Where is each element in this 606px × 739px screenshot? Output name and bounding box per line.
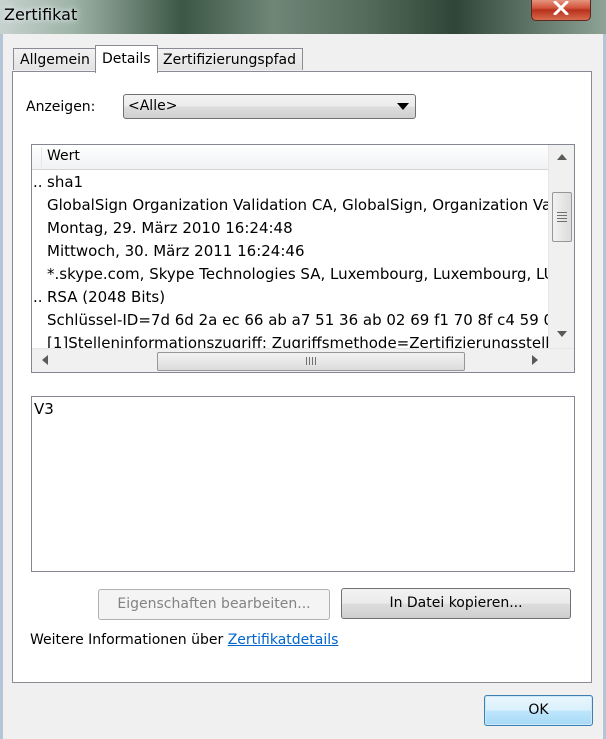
list-item[interactable]: Schlüssel-ID=7d 6d 2a ec 66 ab a7 51 36 …: [32, 309, 548, 332]
list-item[interactable]: Mittwoch, 30. März 2011 16:24:46: [32, 240, 548, 263]
field-detail-text: V3: [34, 400, 54, 418]
horizontal-scrollbar[interactable]: [32, 348, 574, 372]
close-button[interactable]: [531, 0, 591, 21]
vertical-scroll-thumb[interactable]: [552, 192, 572, 242]
field-value: Schlüssel-ID=7d 6d 2a ec 66 ab a7 51 36 …: [47, 311, 548, 329]
window-title: Zertifikat: [4, 5, 78, 24]
scroll-left-arrow-icon[interactable]: [42, 355, 48, 365]
tab-zertifizierungspfad[interactable]: Zertifizierungspfad: [156, 48, 303, 70]
column-header-value[interactable]: Wert: [47, 148, 80, 164]
grip-line: [309, 357, 310, 365]
tab-details[interactable]: Details: [95, 45, 158, 73]
tab-label: Allgemein: [20, 52, 90, 68]
grip-line: [557, 218, 567, 219]
field-value: Mittwoch, 30. März 2011 16:24:46: [47, 242, 305, 260]
grip-line: [306, 357, 307, 365]
vertical-scrollbar[interactable]: [548, 145, 574, 348]
list-item[interactable]: *.skype.com, Skype Technologies SA, Luxe…: [32, 263, 548, 286]
show-label: Anzeigen:: [26, 99, 96, 115]
grip-line: [315, 357, 316, 365]
show-dropdown[interactable]: <Alle>: [123, 94, 416, 119]
list-item[interactable]: GlobalSign Organization Validation CA, G…: [32, 194, 548, 217]
grip-line: [557, 215, 567, 216]
chevron-down-icon: [397, 103, 409, 110]
title-bar[interactable]: Zertifikat: [0, 0, 606, 34]
show-dropdown-value: <Alle>: [128, 98, 178, 114]
list-header: Wert: [32, 145, 548, 170]
close-icon: [553, 1, 569, 15]
edit-properties-button[interactable]: Eigenschaften bearbeiten...: [98, 589, 330, 620]
field-value: RSA (2048 Bits): [47, 288, 166, 306]
certificate-dialog: Zertifikat Allgemein Details Zertifizier…: [0, 0, 606, 739]
field-name: ..: [33, 173, 43, 191]
horizontal-scroll-thumb[interactable]: [157, 352, 465, 371]
grip-line: [557, 221, 567, 222]
field-value: GlobalSign Organization Validation CA, G…: [47, 196, 548, 214]
more-info-label: Weitere Informationen über: [30, 632, 224, 648]
field-value: *.skype.com, Skype Technologies SA, Luxe…: [47, 265, 548, 283]
tab-label: Details: [102, 51, 151, 67]
list-item[interactable]: Montag, 29. März 2010 16:24:48: [32, 217, 548, 240]
more-info-text: Weitere Informationen über Zertifikatdet…: [30, 632, 338, 648]
field-value: [1]Stelleninformationszugriff: Zugriffsm…: [47, 334, 548, 349]
certificate-details-link[interactable]: Zertifikatdetails: [228, 632, 339, 648]
field-value: sha1: [47, 173, 84, 191]
field-detail-textbox[interactable]: V3: [31, 396, 575, 572]
field-value: Montag, 29. März 2010 16:24:48: [47, 219, 293, 237]
column-separator[interactable]: [41, 147, 42, 167]
tab-allgemein[interactable]: Allgemein: [13, 48, 97, 70]
scroll-up-arrow-icon[interactable]: [557, 154, 567, 160]
copy-to-file-button[interactable]: In Datei kopieren...: [341, 588, 571, 619]
list-item[interactable]: .. sha1: [32, 171, 548, 194]
tab-label: Zertifizierungspfad: [163, 52, 296, 68]
list-rows: .. sha1 GlobalSign Organization Validati…: [32, 171, 548, 349]
grip-line: [312, 357, 313, 365]
list-item[interactable]: .. RSA (2048 Bits): [32, 286, 548, 309]
scroll-right-arrow-icon[interactable]: [532, 355, 538, 365]
certificate-fields-list[interactable]: Wert .. sha1 GlobalSign Organization Val…: [31, 144, 575, 373]
field-name: ..: [33, 288, 43, 306]
list-item[interactable]: [1]Stelleninformationszugriff: Zugriffsm…: [32, 332, 548, 349]
ok-button[interactable]: OK: [484, 695, 593, 726]
scroll-down-arrow-icon[interactable]: [557, 331, 567, 337]
grip-line: [557, 212, 567, 213]
